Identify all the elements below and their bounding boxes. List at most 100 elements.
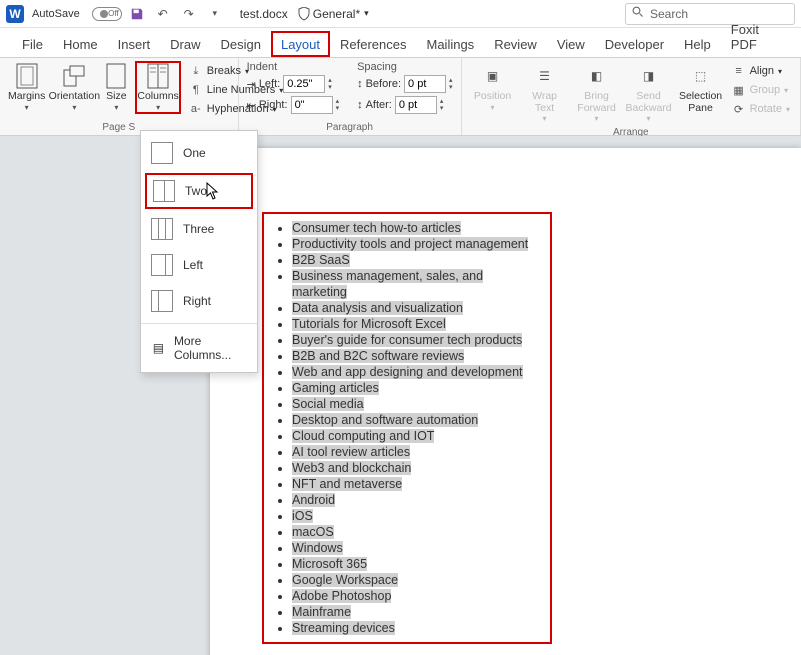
tab-design[interactable]: Design (211, 31, 271, 57)
selection-pane-button[interactable]: ⬚Selection Pane (678, 61, 724, 116)
list-item[interactable]: Consumer tech how-to articles (292, 220, 540, 236)
columns-dropdown: One Two Three Left Right ▤ More Columns.… (140, 130, 258, 373)
indent-left-icon: ⇥ (247, 78, 256, 91)
sensitivity-label[interactable]: General* ▾ (298, 7, 369, 21)
columns-left[interactable]: Left (141, 247, 257, 283)
send-backward-button: ◨Send Backward▾ (626, 61, 672, 125)
document-name: test.docx (240, 7, 288, 21)
list-item[interactable]: macOS (292, 524, 540, 540)
bulleted-list[interactable]: Consumer tech how-to articlesProductivit… (274, 220, 540, 636)
wrap-text-icon: ☰ (532, 63, 558, 89)
autosave-toggle[interactable]: Off (90, 7, 122, 21)
align-icon: ≡ (732, 64, 746, 78)
autosave-label: AutoSave (32, 8, 80, 20)
group-paragraph: Indent ⇥Left:▴▾ ⇤Right:▴▾ Spacing ↕Befor… (239, 58, 462, 135)
spacing-before[interactable]: ↕Before:▴▾ (357, 75, 452, 93)
indent-right[interactable]: ⇤Right:▴▾ (247, 96, 339, 114)
redo-icon[interactable]: ↷ (178, 3, 200, 25)
list-item[interactable]: Social media (292, 396, 540, 412)
ribbon-tabs: File Home Insert Draw Design Layout Refe… (0, 28, 801, 58)
ribbon: Margins▾ Orientation▾ Size▾ Columns▾ ⤓Br… (0, 58, 801, 136)
list-item[interactable]: Cloud computing and IOT (292, 428, 540, 444)
tab-file[interactable]: File (12, 31, 53, 57)
list-item[interactable]: Tutorials for Microsoft Excel (292, 316, 540, 332)
spacing-header: Spacing (357, 61, 452, 73)
indent-left[interactable]: ⇥Left:▴▾ (247, 75, 339, 93)
align-button[interactable]: ≡Align ▾ (730, 63, 792, 79)
tab-layout[interactable]: Layout (271, 31, 330, 57)
tab-review[interactable]: Review (484, 31, 547, 57)
group-icon: ▦ (732, 83, 746, 97)
orientation-button[interactable]: Orientation▾ (51, 61, 97, 114)
qat-dropdown-icon[interactable]: ▾ (204, 3, 226, 25)
group-objects-button: ▦Group ▾ (730, 82, 792, 98)
list-item[interactable]: Gaming articles (292, 380, 540, 396)
columns-three[interactable]: Three (141, 211, 257, 247)
indent-right-icon: ⇤ (247, 99, 256, 112)
list-item[interactable]: iOS (292, 508, 540, 524)
tab-draw[interactable]: Draw (160, 31, 210, 57)
columns-right[interactable]: Right (141, 283, 257, 319)
three-column-icon (151, 218, 173, 240)
tab-developer[interactable]: Developer (595, 31, 674, 57)
list-item[interactable]: Buyer's guide for consumer tech products (292, 332, 540, 348)
spacing-before-icon: ↕ (357, 78, 363, 90)
list-item[interactable]: Adobe Photoshop (292, 588, 540, 604)
save-icon[interactable] (126, 3, 148, 25)
bring-forward-button: ◧Bring Forward▾ (574, 61, 620, 125)
left-column-icon (151, 254, 173, 276)
title-bar: W AutoSave Off ↶ ↷ ▾ test.docx General* … (0, 0, 801, 28)
tab-insert[interactable]: Insert (108, 31, 161, 57)
rotate-button: ⟳Rotate ▾ (730, 101, 792, 117)
list-item[interactable]: Windows (292, 540, 540, 556)
spacing-after-icon: ↕ (357, 99, 363, 111)
list-item[interactable]: Web and app designing and development (292, 364, 540, 380)
list-item[interactable]: B2B SaaS (292, 252, 540, 268)
one-column-icon (151, 142, 173, 164)
tab-help[interactable]: Help (674, 31, 721, 57)
breaks-icon: ⤓ (189, 64, 203, 78)
list-item[interactable]: Data analysis and visualization (292, 300, 540, 316)
list-item[interactable]: Desktop and software automation (292, 412, 540, 428)
undo-icon[interactable]: ↶ (152, 3, 174, 25)
size-button[interactable]: Size▾ (103, 61, 129, 114)
list-item[interactable]: B2B and B2C software reviews (292, 348, 540, 364)
list-item[interactable]: NFT and metaverse (292, 476, 540, 492)
tab-references[interactable]: References (330, 31, 416, 57)
list-item[interactable]: Business management, sales, and marketin… (292, 268, 540, 300)
wrap-text-button: ☰Wrap Text▾ (522, 61, 568, 125)
selected-list-highlight: Consumer tech how-to articlesProductivit… (262, 212, 552, 644)
columns-one[interactable]: One (141, 135, 257, 171)
search-icon (632, 6, 644, 21)
position-icon: ▣ (480, 63, 506, 89)
tab-home[interactable]: Home (53, 31, 108, 57)
list-item[interactable]: Productivity tools and project managemen… (292, 236, 540, 252)
list-item[interactable]: Web3 and blockchain (292, 460, 540, 476)
page[interactable]: Consumer tech how-to articlesProductivit… (210, 148, 801, 655)
tab-view[interactable]: View (547, 31, 595, 57)
list-item[interactable]: Streaming devices (292, 620, 540, 636)
orientation-icon (61, 63, 87, 89)
send-backward-icon: ◨ (636, 63, 662, 89)
list-item[interactable]: Microsoft 365 (292, 556, 540, 572)
rotate-icon: ⟳ (732, 102, 746, 116)
columns-button[interactable]: Columns▾ (135, 61, 180, 114)
hyphenation-icon: a- (189, 102, 203, 116)
list-item[interactable]: Google Workspace (292, 572, 540, 588)
more-columns[interactable]: ▤ More Columns... (141, 328, 257, 368)
indent-header: Indent (247, 61, 339, 73)
list-item[interactable]: Mainframe (292, 604, 540, 620)
list-item[interactable]: Android (292, 492, 540, 508)
word-app-icon: W (6, 5, 24, 23)
tab-foxit[interactable]: Foxit PDF (721, 16, 793, 57)
tab-mailings[interactable]: Mailings (417, 31, 485, 57)
group-arrange: ▣Position▾ ☰Wrap Text▾ ◧Bring Forward▾ ◨… (462, 58, 801, 135)
spacing-after[interactable]: ↕After:▴▾ (357, 96, 452, 114)
two-column-icon (153, 180, 175, 202)
list-item[interactable]: AI tool review articles (292, 444, 540, 460)
more-columns-icon: ▤ (151, 341, 166, 355)
margins-button[interactable]: Margins▾ (8, 61, 45, 114)
columns-two[interactable]: Two (145, 173, 253, 209)
margins-icon (14, 63, 40, 89)
search-placeholder: Search (650, 7, 688, 21)
